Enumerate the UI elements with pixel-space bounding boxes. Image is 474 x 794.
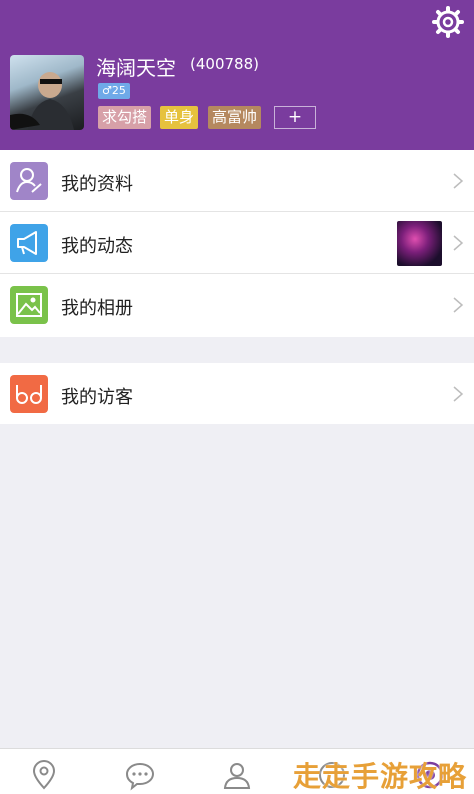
latest-moment-thumbnail xyxy=(397,221,442,266)
glasses-icon xyxy=(10,375,48,413)
profile-header: 海阔天空 (400788) ♂25 求勾搭 单身 高富帅 + xyxy=(0,0,474,150)
menu-item-moments[interactable]: 我的动态 xyxy=(0,212,474,274)
user-id: (400788) xyxy=(190,55,259,73)
chevron-right-icon xyxy=(453,235,464,251)
menu-item-album[interactable]: 我的相册 xyxy=(0,274,474,336)
menu-item-visitors[interactable]: 我的访客 xyxy=(0,363,474,425)
profile-icon xyxy=(10,162,48,200)
avatar[interactable] xyxy=(10,55,84,130)
chat-icon[interactable] xyxy=(124,759,156,791)
person-icon[interactable] xyxy=(221,759,253,791)
nickname: 海阔天空 xyxy=(96,56,176,80)
watermark: 走走手游攻略 xyxy=(293,760,468,793)
menu-item-label: 我的动态 xyxy=(61,236,133,257)
location-icon[interactable] xyxy=(28,759,60,791)
menu-item-profile[interactable]: 我的资料 xyxy=(0,150,474,212)
menu-list: 我的资料 我的动态 我的相册 xyxy=(0,150,474,337)
menu-item-label: 我的相册 xyxy=(61,298,133,319)
tag-item[interactable]: 求勾搭 xyxy=(98,106,152,129)
settings-gear-icon[interactable] xyxy=(432,6,464,38)
tag-item[interactable]: 高富帅 xyxy=(208,106,262,129)
visitors-list: 我的访客 xyxy=(0,363,474,424)
chevron-right-icon xyxy=(453,386,464,402)
add-tag-button[interactable]: + xyxy=(274,106,316,129)
megaphone-icon xyxy=(10,224,48,262)
menu-item-label: 我的访客 xyxy=(61,387,133,408)
chevron-right-icon xyxy=(453,297,464,313)
photo-icon xyxy=(10,286,48,324)
menu-item-label: 我的资料 xyxy=(61,174,133,195)
tag-item[interactable]: 单身 xyxy=(160,106,199,129)
gender-age-badge: ♂25 xyxy=(98,83,130,99)
chevron-right-icon xyxy=(453,173,464,189)
